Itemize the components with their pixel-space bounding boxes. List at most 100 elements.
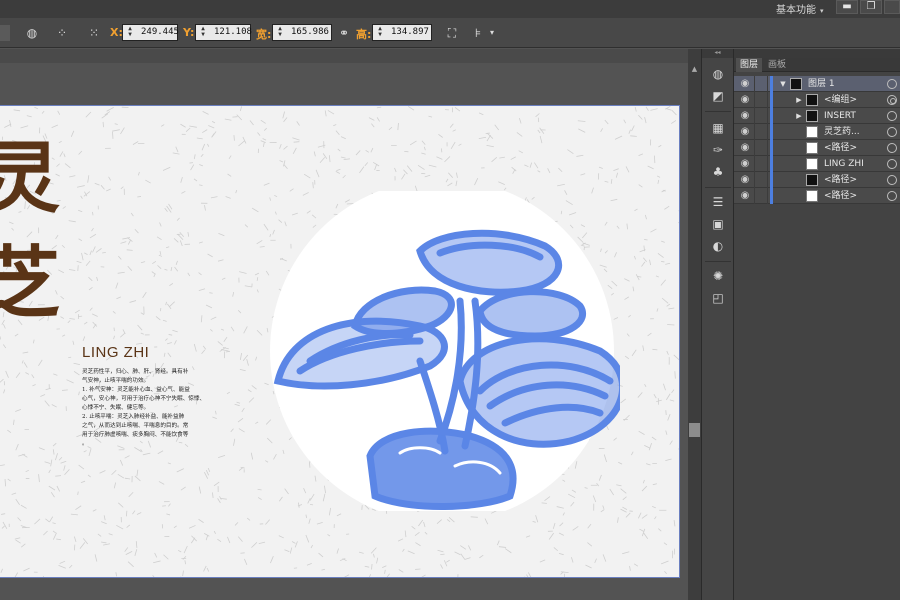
constrain-link-icon[interactable]: ⚭: [334, 24, 354, 42]
layer-row[interactable]: ◉ LING ZHI: [734, 156, 900, 172]
artboard[interactable]: 灵 芝 LING ZHI 灵芝药性平，归心、肺、肝、肾经。具有补 气安神，止咳平…: [0, 105, 680, 578]
graphic-styles-icon[interactable]: ◰: [707, 289, 729, 307]
layer-name[interactable]: 灵芝药...: [824, 126, 860, 138]
disclosure-triangle-icon[interactable]: [794, 127, 804, 137]
description-line: 气安神，止咳平喘的功效。: [82, 378, 150, 384]
layer-name[interactable]: INSERT: [824, 110, 856, 122]
stepper-icon[interactable]: ▲ ▼: [275, 26, 285, 39]
target-circle-icon[interactable]: [887, 175, 897, 185]
transparency-icon[interactable]: ◐: [707, 237, 729, 255]
calligraphy-title: 灵 芝: [0, 126, 62, 336]
reference-point-icon[interactable]: ⁙: [84, 24, 104, 42]
visibility-eye-icon[interactable]: ◉: [739, 158, 751, 170]
appearance-icon[interactable]: ✺: [707, 267, 729, 285]
layer-color-bar: [770, 76, 773, 92]
close-button[interactable]: [884, 0, 900, 14]
circle-frame[interactable]: [270, 179, 627, 523]
disclosure-triangle-icon[interactable]: ▼: [778, 79, 788, 89]
layer-thumbnail: [790, 78, 802, 90]
disclosure-triangle-icon[interactable]: ▶: [794, 95, 804, 105]
description-line: 用于治疗肺虚咳喘、痰多胸闷、不能饮食等: [82, 432, 189, 438]
dock-collapse-icon[interactable]: ◂◂: [702, 49, 733, 58]
stepper-icon[interactable]: ▲ ▼: [375, 26, 385, 39]
layer-name[interactable]: 图层 1: [808, 78, 835, 90]
pen-brush-icon[interactable]: ✑: [707, 141, 729, 159]
layer-name[interactable]: <路径>: [824, 190, 857, 202]
width-field[interactable]: ▲ ▼ 165.986: [272, 24, 332, 41]
target-circle-icon[interactable]: [887, 79, 897, 89]
disclosure-triangle-icon[interactable]: [794, 191, 804, 201]
disclosure-triangle-icon[interactable]: [794, 175, 804, 185]
tab-artboards[interactable]: 画板: [764, 58, 790, 72]
layer-name[interactable]: <编组>: [824, 94, 857, 106]
visibility-eye-icon[interactable]: ◉: [739, 142, 751, 154]
calligraphy-char-1: 灵: [0, 126, 62, 231]
layer-color-bar: [770, 92, 773, 108]
width-label: 宽:: [256, 28, 272, 41]
visibility-eye-icon[interactable]: ◉: [739, 126, 751, 138]
target-circle-icon[interactable]: [887, 159, 897, 169]
disclosure-triangle-icon[interactable]: ▶: [794, 111, 804, 121]
dock-divider: [705, 187, 731, 188]
chevron-down-icon[interactable]: ▾: [482, 24, 502, 42]
layer-row[interactable]: ◉ <路径>: [734, 172, 900, 188]
brushes-icon[interactable]: ▦: [707, 119, 729, 137]
gradient-icon[interactable]: ▣: [707, 215, 729, 233]
vertical-scrollbar[interactable]: ▲: [688, 49, 701, 600]
maximize-button[interactable]: ❐: [860, 0, 882, 14]
transform-icon[interactable]: ⛶: [442, 24, 462, 42]
target-circle-icon[interactable]: [887, 143, 897, 153]
visibility-eye-icon[interactable]: ◉: [739, 174, 751, 186]
chevron-down-icon: ▾: [820, 7, 824, 15]
lock-toggle[interactable]: [754, 124, 768, 140]
visibility-eye-icon[interactable]: ◉: [739, 78, 751, 90]
layer-row[interactable]: ◉ ▶ INSERT: [734, 108, 900, 124]
layer-row[interactable]: ◉ <路径>: [734, 188, 900, 204]
symbols-icon[interactable]: ♣: [707, 163, 729, 181]
layer-row[interactable]: ◉ 灵芝药...: [734, 124, 900, 140]
canvas-area[interactable]: 灵 芝 LING ZHI 灵芝药性平，归心、肺、肝、肾经。具有补 气安神，止咳平…: [0, 49, 688, 600]
target-circle-icon[interactable]: [887, 127, 897, 137]
layer-row[interactable]: ◉ ▶ <编组>: [734, 92, 900, 108]
control-bar-dropdown[interactable]: [0, 25, 10, 41]
x-field[interactable]: ▲ ▼ 249.445: [122, 24, 179, 41]
visibility-eye-icon[interactable]: ◉: [739, 190, 751, 202]
stepper-icon[interactable]: ▲ ▼: [198, 26, 208, 39]
layer-name[interactable]: <路径>: [824, 174, 857, 186]
visibility-eye-icon[interactable]: ◉: [739, 94, 751, 106]
y-field[interactable]: ▲ ▼ 121.108: [195, 24, 252, 41]
minimize-button[interactable]: ▬: [836, 0, 858, 14]
disclosure-triangle-icon[interactable]: [794, 159, 804, 169]
lock-toggle[interactable]: [754, 108, 768, 124]
tab-layers[interactable]: 图层: [736, 58, 763, 72]
layer-row[interactable]: ◉ <路径>: [734, 140, 900, 156]
workspace-switcher[interactable]: 基本功能 ▾: [776, 1, 824, 16]
canvas-top-strip: [0, 49, 688, 63]
panel-topbar: [734, 49, 900, 58]
transform-ref-icon[interactable]: ⁘: [52, 24, 72, 42]
lingzhi-mushroom-illustration[interactable]: [270, 179, 627, 523]
disclosure-triangle-icon[interactable]: [794, 143, 804, 153]
stroke-icon[interactable]: ☰: [707, 193, 729, 211]
swatches-icon[interactable]: ◩: [707, 87, 729, 105]
scroll-up-arrow-icon[interactable]: ▲: [690, 65, 699, 73]
layer-name[interactable]: LING ZHI: [824, 158, 864, 170]
lock-toggle[interactable]: [754, 140, 768, 156]
lock-toggle[interactable]: [754, 156, 768, 172]
recolor-icon[interactable]: ◍: [22, 24, 42, 42]
height-field[interactable]: ▲ ▼ 134.897: [372, 24, 432, 41]
stepper-icon[interactable]: ▲ ▼: [125, 26, 135, 39]
lock-toggle[interactable]: [754, 172, 768, 188]
color-guide-icon[interactable]: ◍: [707, 65, 729, 83]
layer-color-bar: [770, 172, 773, 188]
visibility-eye-icon[interactable]: ◉: [739, 110, 751, 122]
target-circle-icon[interactable]: [887, 191, 897, 201]
target-circle-icon[interactable]: [887, 111, 897, 121]
scrollbar-thumb[interactable]: [689, 423, 700, 437]
target-circle-icon[interactable]: [887, 95, 897, 105]
lock-toggle[interactable]: [754, 92, 768, 108]
layer-row[interactable]: ◉ ▼ 图层 1: [734, 76, 900, 92]
lock-toggle[interactable]: [754, 76, 768, 92]
layer-name[interactable]: <路径>: [824, 142, 857, 154]
lock-toggle[interactable]: [754, 188, 768, 204]
